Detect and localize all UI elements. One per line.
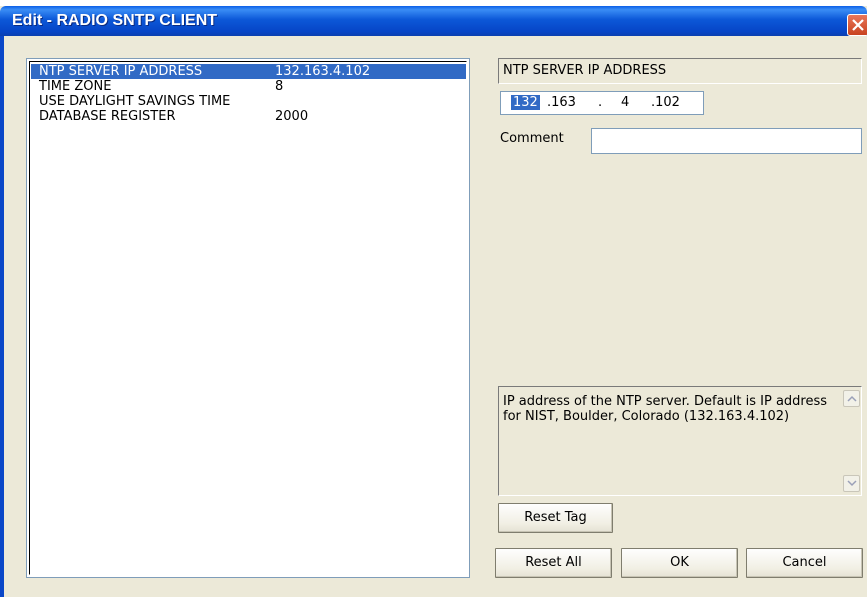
param-value: 132.163.4.102 xyxy=(275,64,371,79)
scroll-down-button[interactable] xyxy=(843,475,860,492)
param-name: DATABASE REGISTER xyxy=(39,109,176,124)
ip-dot: . xyxy=(598,95,603,110)
param-value: 2000 xyxy=(275,109,309,124)
ip-octet-3[interactable]: 4 xyxy=(621,95,629,110)
reset-all-button[interactable]: Reset All xyxy=(495,548,612,578)
cancel-button[interactable]: Cancel xyxy=(746,548,863,578)
chevron-down-icon xyxy=(847,480,857,487)
ip-address-field[interactable]: 132 .163 . 4 .102 xyxy=(500,91,704,115)
chevron-up-icon xyxy=(847,395,857,402)
ip-octet-2[interactable]: .163 xyxy=(547,95,576,110)
title-bar[interactable]: Edit - RADIO SNTP CLIENT xyxy=(0,6,867,36)
param-name: TIME ZONE xyxy=(39,79,112,94)
param-value: 8 xyxy=(275,79,284,94)
parameter-list-inner xyxy=(29,61,467,575)
ip-octet-4[interactable]: .102 xyxy=(651,95,680,110)
param-name: USE DAYLIGHT SAVINGS TIME xyxy=(39,94,231,109)
parameter-title: NTP SERVER IP ADDRESS xyxy=(498,58,862,84)
window-frame xyxy=(0,36,4,597)
comment-field[interactable] xyxy=(591,128,862,154)
scroll-up-button[interactable] xyxy=(843,390,860,407)
param-name: NTP SERVER IP ADDRESS xyxy=(39,64,203,79)
comment-label: Comment xyxy=(500,131,564,146)
param-row-database-register[interactable]: DATABASE REGISTER 2000 xyxy=(31,109,466,124)
help-text: IP address of the NTP server. Default is… xyxy=(503,394,832,424)
window-title: Edit - RADIO SNTP CLIENT xyxy=(12,12,218,29)
edit-dialog: Edit - RADIO SNTP CLIENT NTP SERVER IP A… xyxy=(0,0,867,597)
parameter-list[interactable]: NTP SERVER IP ADDRESS 132.163.4.102 TIME… xyxy=(26,58,470,578)
param-row-ntp-server[interactable]: NTP SERVER IP ADDRESS 132.163.4.102 xyxy=(31,64,466,79)
param-row-daylight-savings[interactable]: USE DAYLIGHT SAVINGS TIME xyxy=(31,94,466,109)
close-icon xyxy=(852,19,864,31)
close-button[interactable] xyxy=(847,14,867,36)
help-scrollbar[interactable] xyxy=(843,388,860,494)
param-row-time-zone[interactable]: TIME ZONE 8 xyxy=(31,79,466,94)
ip-octet-1[interactable]: 132 xyxy=(511,95,540,110)
reset-tag-button[interactable]: Reset Tag xyxy=(498,503,613,533)
help-text-box: IP address of the NTP server. Default is… xyxy=(498,386,862,496)
ok-button[interactable]: OK xyxy=(621,548,738,578)
